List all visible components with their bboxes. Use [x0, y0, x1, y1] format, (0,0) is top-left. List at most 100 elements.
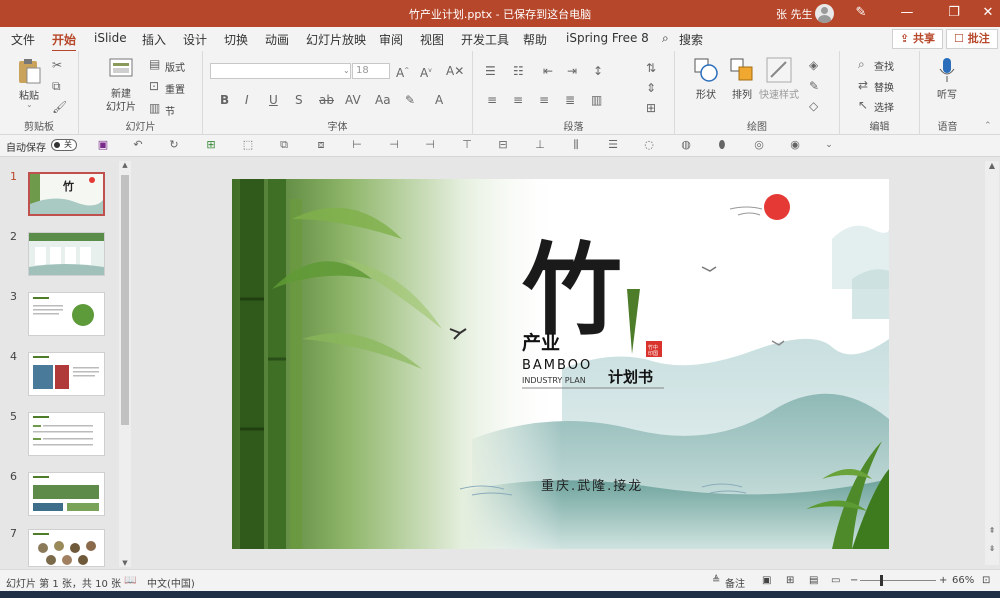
- merge-shapes-icon[interactable]: ◌: [642, 138, 656, 152]
- scroll-up-icon[interactable]: ▲: [120, 161, 130, 169]
- arrange-icon[interactable]: [729, 57, 755, 83]
- close-icon[interactable]: ✕: [978, 3, 998, 23]
- find-icon[interactable]: ⌕: [858, 57, 865, 71]
- comments-button[interactable]: ☐ 批注: [946, 29, 998, 49]
- line-spacing-icon[interactable]: ↕: [593, 64, 603, 78]
- zoom-slider-thumb[interactable]: [880, 575, 883, 586]
- slide-thumbnail-7[interactable]: [28, 529, 105, 567]
- slide-thumbnail-3[interactable]: [28, 292, 105, 336]
- notes-icon[interactable]: ≜: [712, 575, 720, 586]
- replace-icon[interactable]: ⇄: [858, 78, 868, 92]
- minimize-icon[interactable]: —: [897, 3, 917, 23]
- slideshow-icon[interactable]: ▭: [831, 575, 840, 586]
- fit-window-icon[interactable]: ⊡: [982, 575, 990, 586]
- align-middle-tool-icon[interactable]: ⊟: [496, 138, 510, 152]
- slide-thumbnail-2[interactable]: [28, 232, 105, 276]
- italic-icon[interactable]: I: [245, 93, 249, 107]
- tab-insert[interactable]: 插入: [142, 31, 166, 48]
- search-icon[interactable]: ⌕: [662, 31, 669, 46]
- tab-slideshow[interactable]: 幻灯片放映: [306, 31, 366, 48]
- search-box[interactable]: 搜索: [679, 31, 703, 48]
- notes-button[interactable]: 备注: [725, 575, 745, 590]
- zoom-out-icon[interactable]: −: [850, 575, 858, 586]
- shape-fill-icon[interactable]: ◈: [809, 58, 818, 72]
- ungroup-icon[interactable]: ⧈: [314, 138, 328, 152]
- tab-view[interactable]: 视图: [420, 31, 444, 48]
- collapse-ribbon-icon[interactable]: ⌃: [984, 121, 992, 131]
- quick-styles-icon[interactable]: [766, 57, 792, 83]
- justify-icon[interactable]: ≣: [565, 93, 575, 107]
- align-center-tool-icon[interactable]: ⊣: [387, 138, 401, 152]
- align-right-tool-icon[interactable]: ⊣: [423, 138, 437, 152]
- numbering-icon[interactable]: ☷: [513, 64, 524, 78]
- slide-sorter-icon[interactable]: ⊞: [786, 575, 794, 586]
- current-slide[interactable]: 竹 产业 BAMBOO INDUSTRY PLAN 计划书 竹中 印国 重庆.武…: [232, 179, 889, 549]
- intersect-icon[interactable]: ◉: [788, 138, 802, 152]
- redo-icon[interactable]: ↻: [167, 138, 181, 152]
- save-icon[interactable]: ▣: [96, 138, 110, 152]
- change-case-icon[interactable]: Aa: [375, 93, 391, 107]
- normal-view-icon[interactable]: ▣: [762, 575, 771, 586]
- slide-thumbnail-6[interactable]: [28, 472, 105, 516]
- editor-scrollbar[interactable]: ▲ ⇞ ⇟: [985, 161, 999, 565]
- font-name-dropdown-icon[interactable]: ⌄: [343, 66, 350, 75]
- align-left-icon[interactable]: ≡: [487, 93, 497, 107]
- decrease-indent-icon[interactable]: ⇤: [543, 64, 553, 78]
- share-button[interactable]: ⇪ 共享: [892, 29, 944, 49]
- strikethrough-icon[interactable]: ab: [319, 93, 334, 107]
- align-right-icon[interactable]: ≡: [539, 93, 549, 107]
- shape-outline-icon[interactable]: ✎: [809, 79, 819, 93]
- text-direction-icon[interactable]: ⇅: [646, 61, 656, 75]
- zoom-in-icon[interactable]: +: [939, 575, 947, 586]
- align-left-tool-icon[interactable]: ⊢: [350, 138, 364, 152]
- customize-toolbar-icon[interactable]: ⌄: [822, 138, 836, 152]
- user-name[interactable]: 张 先生: [776, 6, 813, 22]
- increase-font-icon[interactable]: A^: [396, 64, 409, 80]
- section-icon[interactable]: ▥: [149, 101, 160, 115]
- reset-button[interactable]: 重置: [165, 81, 185, 96]
- font-color-icon[interactable]: A: [435, 93, 443, 107]
- select-button[interactable]: 选择: [874, 99, 894, 114]
- tab-file[interactable]: 文件: [11, 31, 35, 48]
- highlight-icon[interactable]: ✎: [405, 93, 415, 107]
- clear-format-icon[interactable]: A✕: [446, 64, 464, 78]
- bold-icon[interactable]: B: [220, 93, 229, 107]
- slide-thumbnail-5[interactable]: [28, 412, 105, 456]
- fragment-icon[interactable]: ◎: [752, 138, 766, 152]
- tab-design[interactable]: 设计: [183, 31, 207, 48]
- zoom-slider[interactable]: [860, 580, 936, 581]
- microphone-icon[interactable]: [938, 57, 956, 83]
- union-icon[interactable]: ◍: [679, 138, 693, 152]
- slide-thumbnail-1[interactable]: 竹: [28, 172, 105, 216]
- distribute-v-icon[interactable]: ☰: [606, 138, 620, 152]
- font-size-input[interactable]: 18: [352, 63, 390, 79]
- avatar[interactable]: [815, 4, 834, 23]
- tab-home[interactable]: 开始: [52, 31, 77, 52]
- reading-view-icon[interactable]: ▤: [809, 575, 818, 586]
- section-button[interactable]: 节: [165, 103, 175, 118]
- spellcheck-icon[interactable]: 📖: [124, 575, 136, 586]
- select-icon[interactable]: ↖: [858, 98, 868, 112]
- scroll-down-icon[interactable]: ▼: [120, 559, 130, 567]
- restore-icon[interactable]: ❐: [944, 3, 964, 23]
- slide-thumbnail-4[interactable]: [28, 352, 105, 396]
- distribute-h-icon[interactable]: ⫼: [569, 138, 583, 152]
- pen-icon[interactable]: ✎: [851, 3, 871, 23]
- shadow-icon[interactable]: S: [295, 93, 303, 107]
- align-top-tool-icon[interactable]: ⊤: [460, 138, 474, 152]
- bullets-icon[interactable]: ☰: [485, 64, 496, 78]
- cut-icon[interactable]: ✂: [52, 58, 62, 72]
- align-center-icon[interactable]: ≡: [513, 93, 523, 107]
- align-bottom-tool-icon[interactable]: ⊥: [533, 138, 547, 152]
- undo-icon[interactable]: ↶: [131, 138, 145, 152]
- decrease-font-icon[interactable]: Av: [420, 64, 432, 80]
- paste-icon[interactable]: [16, 57, 42, 85]
- layout-icon[interactable]: ▤: [149, 57, 160, 71]
- layout-button[interactable]: 版式: [165, 59, 185, 74]
- shapes-icon[interactable]: [693, 57, 719, 83]
- tab-developer[interactable]: 开发工具: [461, 31, 509, 48]
- scroll-up-icon[interactable]: ▲: [987, 161, 997, 170]
- reset-icon[interactable]: ⊡: [149, 79, 159, 93]
- tab-animations[interactable]: 动画: [265, 31, 289, 48]
- char-spacing-icon[interactable]: AV: [345, 93, 361, 107]
